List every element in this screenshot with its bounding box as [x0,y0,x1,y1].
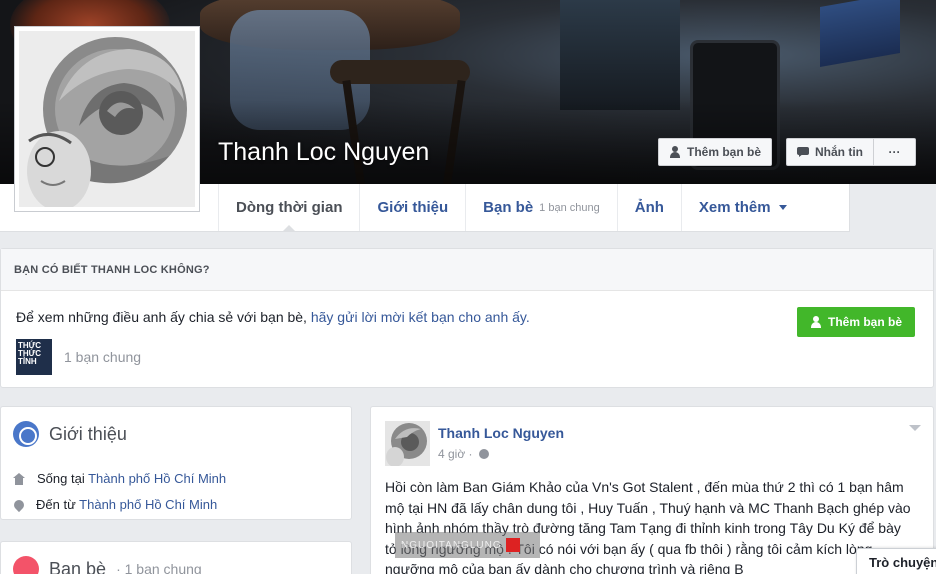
add-friend-label: Thêm bạn bè [686,145,761,159]
location-pin-icon [11,497,27,512]
intro-header: Giới thiệu [13,421,127,447]
profile-picture[interactable] [14,26,200,212]
mutual-friends: THỨC THỨC TỈNH 1 bạn chung [16,339,141,375]
know-card: BẠN CÓ BIẾT THANH LOC KHÔNG? Để xem nhữn… [0,248,934,388]
public-icon [478,449,489,459]
message-label: Nhắn tin [815,145,863,159]
add-friend-icon [669,146,681,158]
chevron-down-icon [778,205,787,210]
post-timestamp[interactable]: 4 giờ · [438,447,473,461]
tab-label: Giới thiệu [377,199,449,216]
chat-tab[interactable]: Trò chuyện [856,548,936,574]
know-card-text: Để xem những điều anh ấy chia sẻ với bạn… [16,309,530,325]
from-label-text: Đến từ [36,497,76,512]
intro-lives: Sống tại Thành phố Hồ Chí Minh [13,471,226,486]
mutual-friends-count[interactable]: 1 bạn chung [64,349,141,365]
intro-from: Đến từ Thành phố Hồ Chí Minh [11,497,217,512]
intro-title: Giới thiệu [49,423,127,444]
tab-label: Dòng thời gian [236,199,343,216]
add-friend-icon [810,316,822,328]
tab-photos[interactable]: Ảnh [616,184,681,231]
tab-sub-count: 1 bạn chung [539,201,600,214]
post-author-name[interactable]: Thanh Loc Nguyen [438,425,564,441]
tab-label: Xem thêm [698,199,771,216]
rose-thumb [385,421,430,466]
mutual-friend-avatar[interactable]: THỨC THỨC TỈNH [16,339,52,375]
cover-sign [820,0,900,68]
add-friend-label: Thêm bạn bè [827,315,902,329]
more-options-button[interactable]: ··· [874,138,916,166]
watermark: NGUOITANGLUNG [395,532,540,558]
profile-tabs: Dòng thời gian Giới thiệu Bạn bè 1 bạn c… [218,184,804,232]
know-card-title: BẠN CÓ BIẾT THANH LOC KHÔNG? [1,249,933,291]
globe-icon [13,421,39,447]
cover-stool [330,60,470,84]
post-meta: 4 giờ · [438,447,489,461]
post-body: Hồi còn làm Ban Giám Khảo của Vn's Got S… [385,479,911,574]
watermark-logo [505,538,520,552]
tab-timeline[interactable]: Dòng thời gian [218,184,359,232]
friends-sub: · 1 bạn chung [116,561,202,574]
cover-actions: Thêm bạn bè Nhắn tin ··· [657,138,916,166]
from-label: Đến từ Thành phố Hồ Chí Minh [36,497,217,512]
tab-more[interactable]: Xem thêm [680,184,804,231]
more-icon: ··· [888,145,901,159]
avatar [19,31,195,207]
tab-about[interactable]: Giới thiệu [359,184,465,231]
tab-friends[interactable]: Bạn bè 1 bạn chung [465,184,617,231]
cover-window [560,0,680,110]
message-group: Nhắn tin ··· [786,138,916,166]
add-friend-button[interactable]: Thêm bạn bè [657,138,772,166]
rose-image [19,31,195,207]
intro-card: Giới thiệu Sống tại Thành phố Hồ Chí Min… [0,406,352,520]
message-icon [797,146,809,158]
lives-label: Sống tại Thành phố Hồ Chí Minh [37,471,226,486]
friends-card: Bạn bè · 1 bạn chung [0,541,352,574]
profile-name[interactable]: Thanh Loc Nguyen [218,138,429,167]
know-card-sentence: Để xem những điều anh ấy chia sẻ với bạn… [16,309,311,325]
add-friend-button-green[interactable]: Thêm bạn bè [796,307,915,337]
friends-title[interactable]: Bạn bè [49,559,106,574]
post-author-avatar[interactable] [385,421,430,466]
send-request-link[interactable]: hãy gửi lời mời kết bạn cho anh ấy. [311,309,530,325]
lives-city-link[interactable]: Thành phố Hồ Chí Minh [88,471,226,486]
from-city-link[interactable]: Thành phố Hồ Chí Minh [79,497,217,512]
post-options-chevron-icon[interactable] [909,425,921,431]
message-button[interactable]: Nhắn tin [786,138,874,166]
tab-label: Ảnh [634,199,664,216]
tab-label: Bạn bè [483,199,534,216]
home-icon [13,472,25,485]
friends-header: Bạn bè · 1 bạn chung [13,556,202,574]
lives-label-text: Sống tại [37,471,85,486]
friends-icon [13,556,39,574]
watermark-text: NGUOITANGLUNG [401,539,502,551]
